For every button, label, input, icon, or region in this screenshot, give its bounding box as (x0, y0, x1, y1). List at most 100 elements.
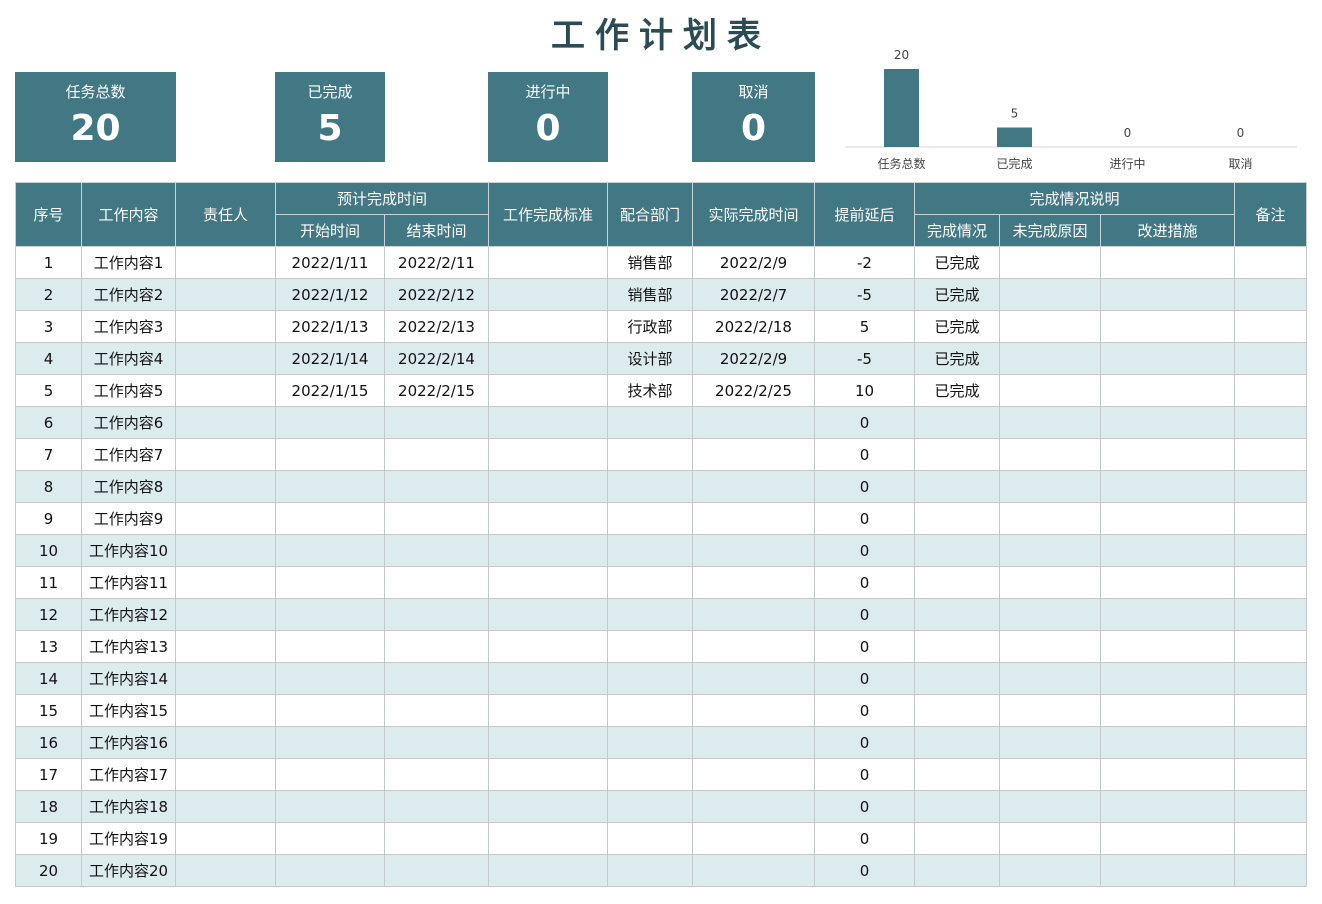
cell-reason[interactable] (999, 598, 1101, 631)
cell-note[interactable] (1234, 406, 1307, 439)
cell-note[interactable] (1234, 822, 1307, 855)
cell-dept[interactable] (607, 758, 693, 791)
cell-note[interactable] (1234, 246, 1307, 279)
cell-improve[interactable] (1100, 822, 1235, 855)
cell-dept[interactable] (607, 438, 693, 471)
cell-standard[interactable] (488, 758, 608, 791)
cell-reason[interactable] (999, 566, 1101, 599)
cell-reason[interactable] (999, 374, 1101, 407)
cell-seq[interactable]: 6 (15, 406, 82, 439)
cell-seq[interactable]: 10 (15, 534, 82, 567)
cell-end[interactable] (384, 470, 489, 503)
cell-start[interactable] (275, 822, 385, 855)
cell-actual[interactable]: 2022/2/7 (692, 278, 815, 311)
cell-note[interactable] (1234, 598, 1307, 631)
cell-standard[interactable] (488, 790, 608, 823)
cell-content[interactable]: 工作内容4 (81, 342, 176, 375)
cell-seq[interactable]: 4 (15, 342, 82, 375)
cell-start[interactable] (275, 662, 385, 695)
cell-reason[interactable] (999, 630, 1101, 663)
cell-note[interactable] (1234, 278, 1307, 311)
cell-status[interactable]: 已完成 (914, 342, 1000, 375)
cell-content[interactable]: 工作内容15 (81, 694, 176, 727)
cell-seq[interactable]: 15 (15, 694, 82, 727)
cell-content[interactable]: 工作内容5 (81, 374, 176, 407)
cell-owner[interactable] (175, 310, 276, 343)
cell-note[interactable] (1234, 534, 1307, 567)
cell-status[interactable] (914, 566, 1000, 599)
cell-end[interactable] (384, 406, 489, 439)
cell-dept[interactable] (607, 822, 693, 855)
cell-diff[interactable]: 5 (814, 310, 915, 343)
cell-actual[interactable] (692, 662, 815, 695)
cell-improve[interactable] (1100, 694, 1235, 727)
cell-end[interactable] (384, 726, 489, 759)
cell-end[interactable] (384, 502, 489, 535)
cell-standard[interactable] (488, 630, 608, 663)
cell-actual[interactable] (692, 598, 815, 631)
cell-end[interactable] (384, 758, 489, 791)
cell-improve[interactable] (1100, 246, 1235, 279)
cell-standard[interactable] (488, 534, 608, 567)
cell-reason[interactable] (999, 278, 1101, 311)
cell-dept[interactable] (607, 694, 693, 727)
cell-note[interactable] (1234, 374, 1307, 407)
cell-start[interactable] (275, 598, 385, 631)
cell-dept[interactable] (607, 502, 693, 535)
cell-end[interactable] (384, 822, 489, 855)
cell-note[interactable] (1234, 758, 1307, 791)
cell-end[interactable] (384, 598, 489, 631)
cell-dept[interactable]: 销售部 (607, 278, 693, 311)
cell-diff[interactable]: -2 (814, 246, 915, 279)
cell-standard[interactable] (488, 566, 608, 599)
cell-improve[interactable] (1100, 278, 1235, 311)
cell-note[interactable] (1234, 726, 1307, 759)
cell-end[interactable]: 2022/2/13 (384, 310, 489, 343)
cell-start[interactable] (275, 534, 385, 567)
cell-seq[interactable]: 3 (15, 310, 82, 343)
cell-dept[interactable]: 行政部 (607, 310, 693, 343)
cell-note[interactable] (1234, 502, 1307, 535)
cell-standard[interactable] (488, 246, 608, 279)
cell-status[interactable] (914, 790, 1000, 823)
cell-actual[interactable] (692, 438, 815, 471)
cell-start[interactable] (275, 438, 385, 471)
cell-improve[interactable] (1100, 854, 1235, 887)
cell-owner[interactable] (175, 406, 276, 439)
cell-seq[interactable]: 5 (15, 374, 82, 407)
cell-status[interactable] (914, 758, 1000, 791)
cell-start[interactable]: 2022/1/15 (275, 374, 385, 407)
cell-content[interactable]: 工作内容20 (81, 854, 176, 887)
cell-note[interactable] (1234, 630, 1307, 663)
cell-standard[interactable] (488, 374, 608, 407)
cell-owner[interactable] (175, 822, 276, 855)
cell-start[interactable] (275, 502, 385, 535)
cell-standard[interactable] (488, 662, 608, 695)
cell-improve[interactable] (1100, 406, 1235, 439)
cell-seq[interactable]: 13 (15, 630, 82, 663)
cell-status[interactable] (914, 630, 1000, 663)
cell-owner[interactable] (175, 598, 276, 631)
cell-status[interactable] (914, 470, 1000, 503)
cell-content[interactable]: 工作内容18 (81, 790, 176, 823)
cell-diff[interactable]: 0 (814, 726, 915, 759)
cell-status[interactable] (914, 534, 1000, 567)
cell-content[interactable]: 工作内容8 (81, 470, 176, 503)
cell-seq[interactable]: 19 (15, 822, 82, 855)
cell-reason[interactable] (999, 470, 1101, 503)
cell-start[interactable] (275, 566, 385, 599)
cell-standard[interactable] (488, 694, 608, 727)
cell-status[interactable] (914, 662, 1000, 695)
cell-standard[interactable] (488, 726, 608, 759)
cell-reason[interactable] (999, 534, 1101, 567)
cell-actual[interactable] (692, 406, 815, 439)
cell-diff[interactable]: 0 (814, 534, 915, 567)
cell-diff[interactable]: 0 (814, 630, 915, 663)
cell-dept[interactable] (607, 598, 693, 631)
cell-end[interactable] (384, 630, 489, 663)
cell-owner[interactable] (175, 278, 276, 311)
cell-start[interactable] (275, 470, 385, 503)
cell-dept[interactable] (607, 534, 693, 567)
cell-start[interactable] (275, 726, 385, 759)
cell-improve[interactable] (1100, 598, 1235, 631)
